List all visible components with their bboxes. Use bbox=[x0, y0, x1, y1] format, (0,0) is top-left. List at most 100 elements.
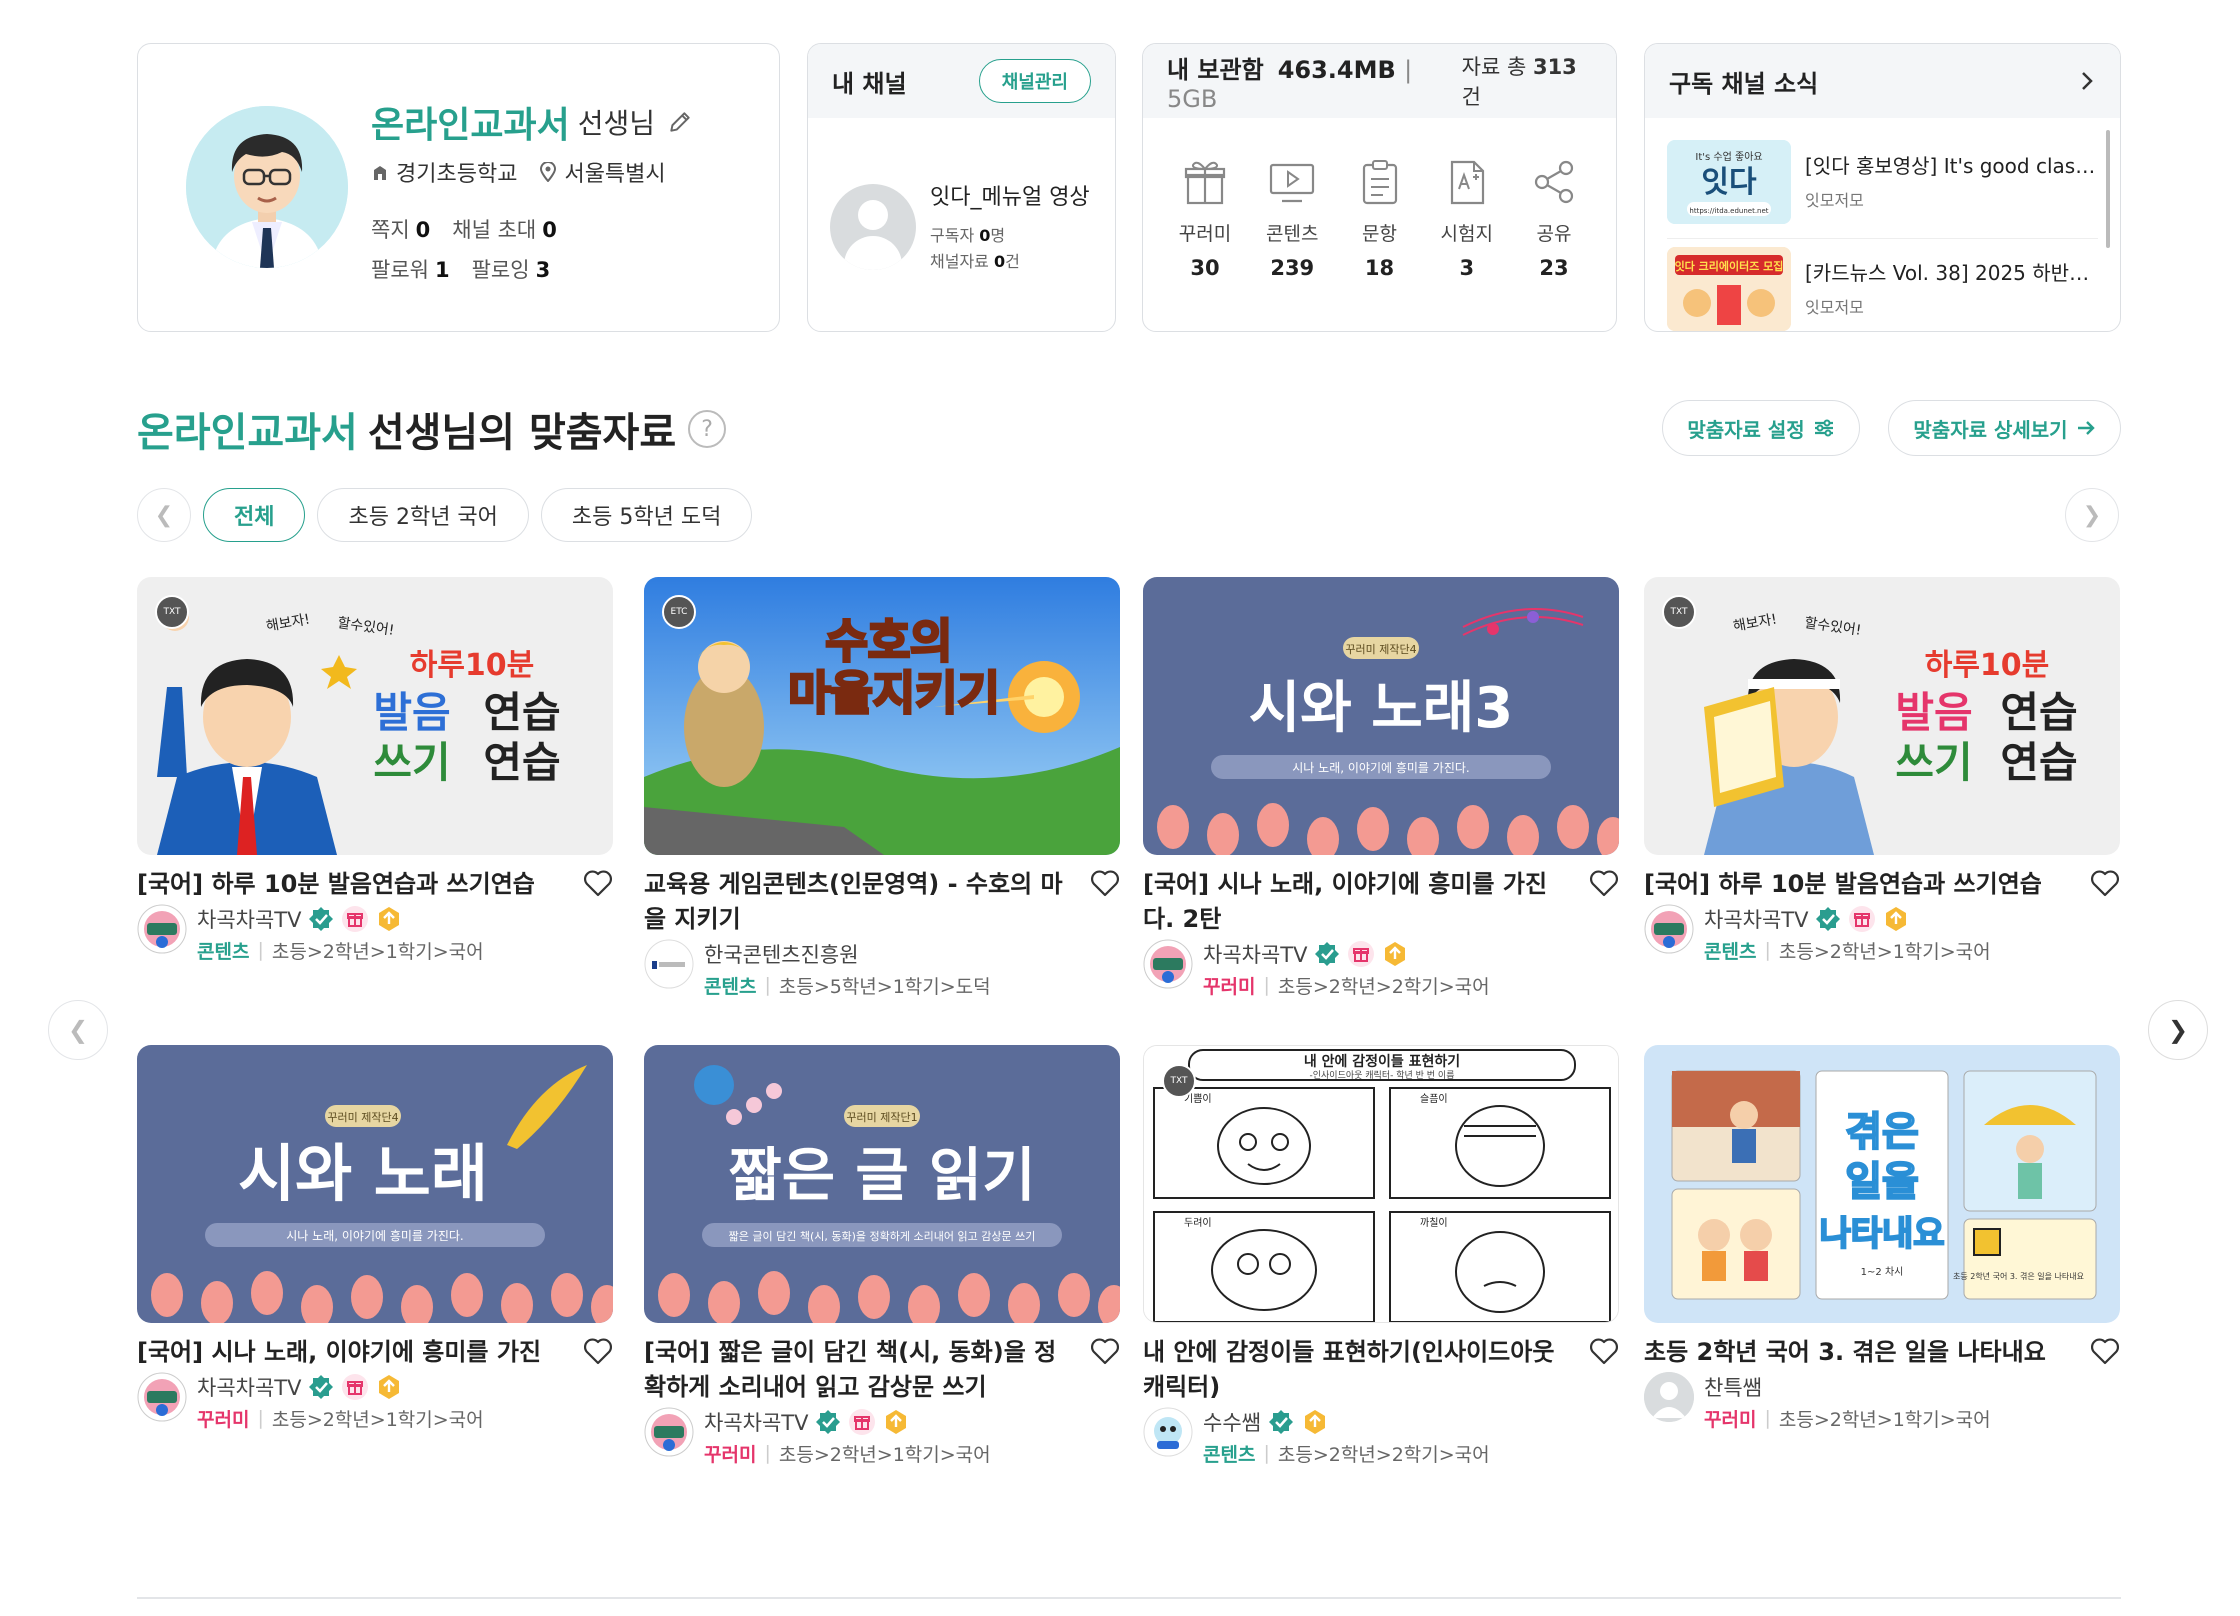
heart-icon[interactable] bbox=[1589, 869, 1619, 897]
stat-followers[interactable]: 팔로워 1 bbox=[371, 254, 450, 284]
card-thumbnail[interactable]: 해보자! 할수있어! 하루10분 발음 연습 쓰기 연습 TXT bbox=[137, 577, 613, 855]
my-channel-body[interactable]: 잇다_메뉴얼 영상 구독자 0명 채널자료 0건 bbox=[830, 179, 1090, 275]
channel-avatar[interactable] bbox=[644, 1407, 694, 1457]
heart-icon[interactable] bbox=[1090, 1337, 1120, 1365]
storage-total: 자료 총 313 건 bbox=[1462, 51, 1592, 111]
storage-header: 내 보관함 463.4MB | 5GB 자료 총 313 건 bbox=[1143, 44, 1616, 118]
card-thumbnail[interactable]: 수호의 마을지키기 ETC bbox=[644, 577, 1120, 855]
tab-grade2-korean[interactable]: 초등 2학년 국어 bbox=[317, 488, 529, 542]
verified-icon bbox=[1816, 907, 1841, 931]
channel-avatar[interactable] bbox=[137, 904, 187, 954]
heart-icon[interactable] bbox=[1589, 1337, 1619, 1365]
storage-total-unit: 건 bbox=[1461, 85, 1481, 109]
news-text: [카드뉴스 Vol. 38] 2025 하반기 올바른 ... 잇모저모 bbox=[1805, 247, 2105, 331]
storage-item-label: 문항 bbox=[1362, 223, 1397, 245]
channel-name[interactable]: 한국콘텐츠진흥원 bbox=[704, 939, 859, 969]
content-card[interactable]: 내 안에 감정이들 표현하기 -인사이드아웃 캐릭터- 학년 반 번 이름 기쁨… bbox=[1143, 1045, 1619, 1469]
storage-item-kurumi[interactable]: 꾸러미 30 bbox=[1165, 159, 1245, 280]
channel-avatar[interactable] bbox=[1143, 939, 1193, 989]
card-thumbnail[interactable]: 내 안에 감정이들 표현하기 -인사이드아웃 캐릭터- 학년 반 번 이름 기쁨… bbox=[1143, 1045, 1619, 1323]
card-title[interactable]: 내 안에 감정이들 표현하기(인사이드아웃 캐릭터) bbox=[1143, 1335, 1563, 1405]
card-title[interactable]: [국어] 하루 10분 발음연습과 쓰기연습 3탄 bbox=[1644, 867, 2064, 902]
subscription-news-list: It's 수업 좋아요 잇다 https://itda.edunet.net [… bbox=[1667, 132, 2105, 331]
subscription-news-item[interactable]: 잇다 크리에이터즈 모집 [카드뉴스 Vol. 38] 2025 하반기 올바른… bbox=[1667, 239, 2105, 331]
channel-line: 수수쌤 bbox=[1203, 1407, 1490, 1437]
card-thumbnail[interactable]: 해보자! 할수있어! 하루10분 발음 연습 쓰기 연습 TXT bbox=[1644, 577, 2120, 855]
channel-line: 차곡차곡TV bbox=[704, 1407, 991, 1437]
card-info: 찬특쌤 꾸러미 | 초등>2학년>1학기>국어 bbox=[1704, 1372, 1991, 1434]
storage-item-contents[interactable]: 콘텐츠 239 bbox=[1252, 159, 1332, 280]
card-thumbnail[interactable]: 겪은 일을 나타내요 1~2 차시 초등 2학년 국어 3. 겪은 일을 나타내… bbox=[1644, 1045, 2120, 1323]
profile-name-suffix: 선생님 bbox=[577, 107, 656, 140]
thumb-line3a-text: 쓰기 bbox=[1895, 738, 1972, 787]
tab-grade5-ethics[interactable]: 초등 5학년 도덕 bbox=[540, 488, 753, 542]
channel-name[interactable]: 차곡차곡TV bbox=[197, 904, 301, 934]
custom-detail-button[interactable]: 맞춤자료 상세보기 bbox=[1888, 400, 2121, 456]
edit-pencil-icon[interactable] bbox=[667, 109, 693, 135]
card-title[interactable]: 초등 2학년 국어 3. 겪은 일을 나타내요 bbox=[1644, 1335, 2064, 1370]
news-scrollbar[interactable] bbox=[2106, 130, 2110, 248]
card-info: 차곡차곡TV 꾸러미 | 초등>2학년>1학기>국어 bbox=[704, 1407, 991, 1469]
stat-messages[interactable]: 쪽지 0 bbox=[371, 214, 430, 244]
category-path: 콘텐츠 | 초등>2학년>1학기>국어 bbox=[197, 934, 484, 966]
tabs-next-button[interactable]: ❯ bbox=[2065, 488, 2119, 542]
content-card[interactable]: 꾸러미 제작단4 시와 노래3 시나 노래, 이야기에 흥미를 가진다. TXT… bbox=[1143, 577, 1619, 1001]
subscription-news-item[interactable]: It's 수업 좋아요 잇다 https://itda.edunet.net [… bbox=[1667, 132, 2105, 239]
card-title[interactable]: [국어] 시나 노래, 이야기에 흥미를 가진다. bbox=[137, 1335, 557, 1370]
tab-all[interactable]: 전체 bbox=[203, 488, 306, 542]
card-thumbnail[interactable]: 꾸러미 제작단1 짧은 글 읽기 짧은 글이 담긴 책(시, 동화)을 정확하게… bbox=[644, 1045, 1120, 1323]
card-thumbnail[interactable]: 꾸러미 제작단4 시와 노래 시나 노래, 이야기에 흥미를 가진다. bbox=[137, 1045, 613, 1323]
channel-line: 차곡차곡TV bbox=[197, 904, 484, 934]
carousel-next-button[interactable]: ❯ bbox=[2148, 1000, 2208, 1060]
card-title[interactable]: 교육용 게임콘텐츠(인문영역) - 수호의 마을 지키기 bbox=[644, 867, 1064, 937]
heart-icon[interactable] bbox=[2090, 869, 2120, 897]
channel-name[interactable]: 찬특쌤 bbox=[1704, 1372, 1762, 1402]
storage-used: 463.4MB bbox=[1277, 55, 1396, 84]
subscription-news-header[interactable]: 구독 채널 소식 bbox=[1645, 44, 2120, 118]
content-card[interactable]: 해보자! 할수있어! 하루10분 발음 연습 쓰기 연습 TXT [국어] 하루… bbox=[137, 577, 613, 966]
news-title: [카드뉴스 Vol. 38] 2025 하반기 올바른 ... bbox=[1805, 261, 2105, 285]
content-type: 콘텐츠 bbox=[1203, 1443, 1256, 1466]
channel-name[interactable]: 차곡차곡TV bbox=[1203, 939, 1307, 969]
channel-line: 찬특쌤 bbox=[1704, 1372, 1991, 1402]
custom-detail-label: 맞춤자료 상세보기 bbox=[1913, 417, 2068, 442]
card-title[interactable]: [국어] 짧은 글이 담긴 책(시, 동화)을 정확하게 소리내어 읽고 감상문… bbox=[644, 1335, 1064, 1405]
stat-channel-invites[interactable]: 채널 초대 0 bbox=[452, 214, 557, 244]
channel-manage-button[interactable]: 채널관리 bbox=[978, 59, 1091, 103]
heart-icon[interactable] bbox=[583, 1337, 613, 1365]
channel-avatar[interactable] bbox=[1644, 1372, 1694, 1422]
heart-icon[interactable] bbox=[1090, 869, 1120, 897]
carousel-prev-button[interactable]: ❮ bbox=[48, 1000, 108, 1060]
tabs-prev-button[interactable]: ❮ bbox=[137, 488, 191, 542]
storage-item-shared[interactable]: 공유 23 bbox=[1514, 159, 1594, 280]
content-card[interactable]: 해보자! 할수있어! 하루10분 발음 연습 쓰기 연습 TXT [국어] 하루… bbox=[1644, 577, 2120, 966]
profile-school-text: 경기초등학교 bbox=[396, 162, 518, 187]
card-meta: 차곡차곡TV 콘텐츠 | 초등>2학년>1학기>국어 bbox=[1644, 904, 2120, 966]
gift-icon bbox=[1184, 161, 1226, 205]
channel-avatar[interactable] bbox=[1143, 1407, 1193, 1457]
storage-item-questions[interactable]: 문항 18 bbox=[1340, 159, 1420, 280]
content-card[interactable]: 겪은 일을 나타내요 1~2 차시 초등 2학년 국어 3. 겪은 일을 나타내… bbox=[1644, 1045, 2120, 1434]
channel-name[interactable]: 수수쌤 bbox=[1203, 1407, 1261, 1437]
chevron-right-icon[interactable] bbox=[2078, 70, 2096, 92]
content-card[interactable]: 꾸러미 제작단1 짧은 글 읽기 짧은 글이 담긴 책(시, 동화)을 정확하게… bbox=[644, 1045, 1120, 1469]
channel-name[interactable]: 차곡차곡TV bbox=[704, 1407, 808, 1437]
help-icon[interactable]: ? bbox=[688, 410, 727, 448]
channel-name[interactable]: 차곡차곡TV bbox=[1704, 904, 1808, 934]
card-meta: 차곡차곡TV 꾸러미 | 초등>2학년>1학기>국어 bbox=[644, 1407, 1120, 1469]
card-title[interactable]: [국어] 시나 노래, 이야기에 흥미를 가진다. 2탄 bbox=[1143, 867, 1563, 937]
channel-avatar[interactable] bbox=[1644, 904, 1694, 954]
channel-name[interactable]: 차곡차곡TV bbox=[197, 1372, 301, 1402]
stat-following[interactable]: 팔로잉 3 bbox=[472, 254, 551, 284]
content-card[interactable]: 수호의 마을지키기 ETC 교육용 게임콘텐츠(인문영역) - 수호의 마을 지… bbox=[644, 577, 1120, 1001]
heart-icon[interactable] bbox=[2090, 1337, 2120, 1365]
card-title[interactable]: [국어] 하루 10분 발음연습과 쓰기연습 1탄 bbox=[137, 867, 557, 902]
heart-icon[interactable] bbox=[583, 869, 613, 897]
storage-item-test-papers[interactable]: 시험지 3 bbox=[1427, 159, 1507, 280]
custom-settings-button[interactable]: 맞춤자료 설정 bbox=[1662, 400, 1860, 456]
card-thumbnail[interactable]: 꾸러미 제작단4 시와 노래3 시나 노래, 이야기에 흥미를 가진다. TXT bbox=[1143, 577, 1619, 855]
channel-avatar[interactable] bbox=[137, 1372, 187, 1422]
stat-value: 0 bbox=[542, 218, 557, 242]
content-card[interactable]: 꾸러미 제작단4 시와 노래 시나 노래, 이야기에 흥미를 가진다. [국어]… bbox=[137, 1045, 613, 1434]
channel-avatar[interactable] bbox=[644, 939, 694, 989]
